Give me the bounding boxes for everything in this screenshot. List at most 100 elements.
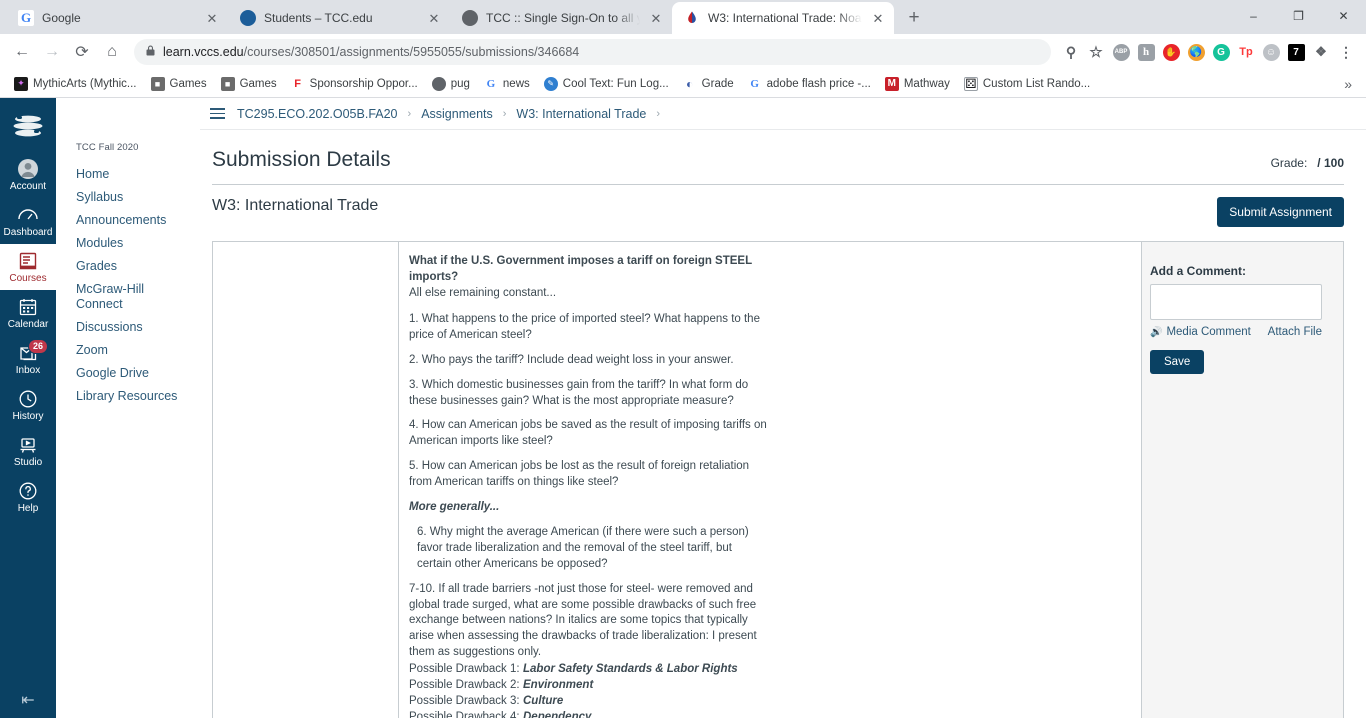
course-nav-syllabus[interactable]: Syllabus bbox=[76, 186, 200, 209]
bookmark-cooltext[interactable]: ✎ Cool Text: Fun Log... bbox=[538, 74, 675, 94]
adblock-plus-extension-icon[interactable]: ABP bbox=[1109, 40, 1133, 64]
bookmark-mathway[interactable]: M Mathway bbox=[879, 74, 956, 94]
back-button[interactable]: ← bbox=[8, 38, 36, 66]
calendar-icon bbox=[17, 296, 39, 318]
collapse-global-nav-button[interactable]: ⇤ bbox=[0, 690, 56, 710]
bookmark-sponsorship[interactable]: F Sponsorship Oppor... bbox=[285, 74, 424, 94]
submission-document-view[interactable]: What if the U.S. Government imposes a ta… bbox=[399, 242, 1142, 718]
globe-extension-icon[interactable]: 🌎 bbox=[1184, 40, 1208, 64]
sidebar-item-inbox[interactable]: 26 Inbox bbox=[0, 336, 56, 382]
submit-assignment-button[interactable]: Submit Assignment bbox=[1217, 197, 1344, 227]
bookmark-mythicarts[interactable]: ✦ MythicArts (Mythic... bbox=[8, 74, 143, 94]
account-avatar-icon bbox=[17, 158, 39, 180]
forward-button[interactable]: → bbox=[38, 38, 66, 66]
assignment-header: W3: International Trade Submit Assignmen… bbox=[212, 185, 1344, 241]
extensions-puzzle-icon[interactable]: ❖ bbox=[1309, 40, 1333, 64]
breadcrumb-course[interactable]: TC295.ECO.202.O05B.FA20 bbox=[237, 107, 398, 121]
course-nav-mcgraw-hill-connect[interactable]: McGraw-Hill Connect bbox=[76, 278, 154, 316]
bookmark-custom-list-randomizer[interactable]: ⚄ Custom List Rando... bbox=[958, 74, 1096, 94]
sidebar-item-dashboard[interactable]: Dashboard bbox=[0, 198, 56, 244]
save-comment-button[interactable]: Save bbox=[1150, 350, 1205, 374]
close-tab-icon[interactable]: ✕ bbox=[870, 10, 886, 26]
sidebar-item-label: Help bbox=[17, 503, 39, 514]
minimize-window-button[interactable]: – bbox=[1231, 2, 1276, 30]
bookmark-adobe-flash-price[interactable]: G adobe flash price -... bbox=[742, 74, 877, 94]
new-tab-button[interactable]: + bbox=[900, 4, 928, 32]
course-nav-modules[interactable]: Modules bbox=[76, 232, 200, 255]
hamburger-menu-icon[interactable] bbox=[208, 106, 227, 121]
sidebar-item-label: Courses bbox=[9, 273, 47, 284]
sidebar-item-studio[interactable]: Studio bbox=[0, 428, 56, 474]
bookmark-games-2[interactable]: ■ Games bbox=[215, 74, 283, 94]
sidebar-item-account[interactable]: Account bbox=[0, 152, 56, 198]
add-comment-label: Add a Comment: bbox=[1150, 264, 1246, 278]
bookmark-label: Sponsorship Oppor... bbox=[309, 77, 418, 90]
drawback-value: Dependency bbox=[523, 710, 592, 718]
address-bar[interactable]: learn.vccs.edu/courses/308501/assignment… bbox=[134, 39, 1051, 65]
teacherspayteachers-extension-icon[interactable]: Tp bbox=[1234, 40, 1258, 64]
course-nav-google-drive[interactable]: Google Drive bbox=[76, 362, 200, 385]
close-window-button[interactable]: ✕ bbox=[1321, 2, 1366, 30]
dark-theme-extension-icon[interactable]: 7 bbox=[1284, 40, 1308, 64]
history-clock-icon bbox=[17, 388, 39, 410]
chevron-right-icon: › bbox=[656, 107, 661, 120]
breadcrumb-assignments[interactable]: Assignments bbox=[421, 107, 493, 121]
sidebar-item-history[interactable]: History bbox=[0, 382, 56, 428]
course-nav-announcements[interactable]: Announcements bbox=[76, 209, 200, 232]
document-more-generally: More generally... bbox=[409, 500, 500, 513]
sidebar-item-help[interactable]: Help bbox=[0, 474, 56, 520]
bookmark-news[interactable]: G news bbox=[478, 74, 536, 94]
drawback-value: Culture bbox=[523, 694, 564, 707]
browser-tab-tcc-sso[interactable]: TCC :: Single Sign-On to all your ✕ bbox=[450, 2, 673, 34]
bookmarks-overflow-button[interactable]: » bbox=[1338, 76, 1358, 92]
reload-button[interactable]: ⟳ bbox=[68, 38, 96, 66]
document-heading: What if the U.S. Government imposes a ta… bbox=[409, 255, 752, 283]
chevron-right-icon: › bbox=[407, 107, 412, 120]
browser-tab-students-tcc[interactable]: Students – TCC.edu ✕ bbox=[228, 2, 451, 34]
grammarly-extension-icon[interactable]: G bbox=[1209, 40, 1233, 64]
sidebar-item-courses[interactable]: Courses bbox=[0, 244, 56, 290]
media-comment-button[interactable]: 🔊 Media Comment bbox=[1150, 326, 1251, 338]
document-content: What if the U.S. Government imposes a ta… bbox=[409, 254, 769, 718]
grade-display: Grade: / 100 bbox=[1271, 148, 1344, 170]
breadcrumb-assignment[interactable]: W3: International Trade bbox=[516, 107, 646, 121]
canvas-logo-icon[interactable] bbox=[10, 108, 46, 144]
bookmark-label: adobe flash price -... bbox=[766, 77, 871, 90]
bookmark-grade[interactable]: ◐ Grade bbox=[677, 74, 740, 94]
canvas-icon bbox=[684, 10, 700, 26]
sidebar-item-calendar[interactable]: Calendar bbox=[0, 290, 56, 336]
bookmark-pug[interactable]: pug bbox=[426, 74, 476, 94]
maximize-window-button[interactable]: ❐ bbox=[1276, 2, 1321, 30]
bookmark-label: Custom List Rando... bbox=[982, 77, 1091, 90]
course-nav-discussions[interactable]: Discussions bbox=[76, 316, 200, 339]
drawback-label: Possible Drawback 1: bbox=[409, 662, 520, 675]
home-button[interactable]: ⌂ bbox=[98, 38, 126, 66]
submission-preview-sidebar[interactable] bbox=[213, 242, 399, 718]
opera-extension-icon[interactable]: ✋ bbox=[1159, 40, 1183, 64]
close-tab-icon[interactable]: ✕ bbox=[204, 10, 220, 26]
page-title: Submission Details bbox=[212, 148, 391, 171]
course-nav-zoom[interactable]: Zoom bbox=[76, 339, 200, 362]
bookmark-label: Games bbox=[239, 77, 277, 90]
submission-area: What if the U.S. Government imposes a ta… bbox=[212, 241, 1344, 718]
course-nav-home[interactable]: Home bbox=[76, 163, 200, 186]
zoom-out-icon[interactable]: ⚲ bbox=[1059, 40, 1083, 64]
comment-textarea[interactable] bbox=[1150, 284, 1322, 320]
honey-extension-icon[interactable]: h bbox=[1134, 40, 1158, 64]
chrome-menu-icon[interactable]: ⋮ bbox=[1334, 40, 1358, 64]
document-question-6: 6. Why might the average American (if th… bbox=[417, 526, 749, 570]
tab-title: W3: International Trade: Noah C bbox=[708, 11, 862, 25]
bookmark-games-1[interactable]: ■ Games bbox=[145, 74, 213, 94]
bookmark-star-icon[interactable]: ☆ bbox=[1084, 40, 1108, 64]
breadcrumb: TC295.ECO.202.O05B.FA20 › Assignments › … bbox=[200, 98, 1366, 130]
course-nav-library-resources[interactable]: Library Resources bbox=[76, 385, 200, 408]
course-nav-grades[interactable]: Grades bbox=[76, 255, 200, 278]
browser-tab-w3-international-trade[interactable]: W3: International Trade: Noah C ✕ bbox=[672, 2, 894, 34]
attach-file-button[interactable]: Attach File bbox=[1268, 326, 1322, 338]
document-question-5: 5. How can American jobs be lost as the … bbox=[409, 459, 750, 488]
browser-tab-google[interactable]: G Google ✕ bbox=[6, 2, 229, 34]
emoji-extension-icon[interactable]: ☺ bbox=[1259, 40, 1283, 64]
close-tab-icon[interactable]: ✕ bbox=[648, 10, 664, 26]
close-tab-icon[interactable]: ✕ bbox=[426, 10, 442, 26]
tab-title: Students – TCC.edu bbox=[264, 11, 373, 25]
